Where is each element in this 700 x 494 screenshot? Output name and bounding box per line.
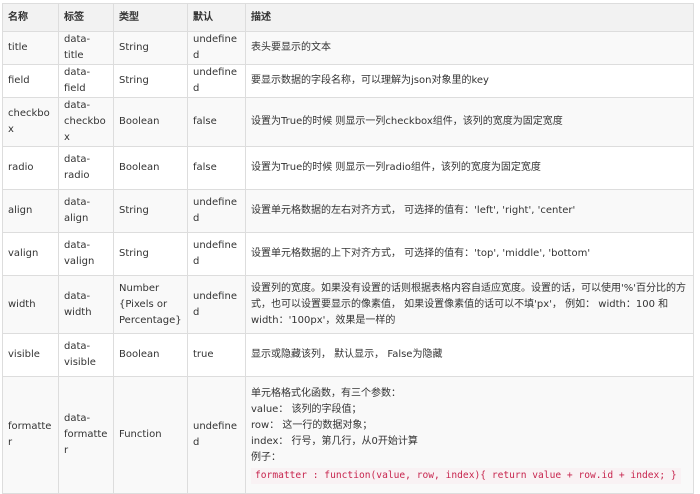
table-row: width data-width Number {Pixels or Percent… <box>2 275 694 334</box>
table-row: valign data-valign String undefined 设置单元格数据的… <box>2 232 694 276</box>
header-description: 描述 <box>245 3 694 32</box>
cell-description: 单元格格式化函数，有三个参数： value： 该列的字段值； row： 这一行的数据… <box>245 376 694 494</box>
table-row: checkbox data-checkbox Boolean false 设置为True… <box>2 97 694 147</box>
description-line: 例子： <box>251 452 281 463</box>
description-line: 设置为True的时候 则显示一列radio组件，该列的宽度为固定宽度 <box>251 162 541 173</box>
description-line: value： 该列的字段值； <box>251 404 362 415</box>
cell-type: Function <box>113 376 188 494</box>
cell-type: Number {Pixels or Percentage} <box>113 275 188 334</box>
cell-type: Boolean <box>113 97 188 147</box>
header-type: 类型 <box>113 3 188 32</box>
cell-description: 要显示数据的字段名称，可以理解为json对象里的key <box>245 64 694 98</box>
cell-default: undefined <box>187 232 246 276</box>
cell-tag: data-radio <box>58 146 114 190</box>
cell-type: Boolean <box>113 333 188 377</box>
cell-name: checkbox <box>2 97 59 147</box>
description-line: index： 行号，第几行，从0开始计算 <box>251 436 418 447</box>
cell-type: Boolean <box>113 146 188 190</box>
cell-name: formatter <box>2 376 59 494</box>
cell-name: width <box>2 275 59 334</box>
cell-default: false <box>187 146 246 190</box>
column-options-table: 名称 标签 类型 默认 描述 title data-title String unde… <box>2 3 694 494</box>
cell-type: String <box>113 31 188 65</box>
cell-default: undefined <box>187 376 246 494</box>
cell-name: align <box>2 189 59 233</box>
cell-name: visible <box>2 333 59 377</box>
description-line: 要显示数据的字段名称，可以理解为json对象里的key <box>251 75 489 86</box>
cell-tag: data-width <box>58 275 114 334</box>
cell-description: 设置为True的时候 则显示一列radio组件，该列的宽度为固定宽度 <box>245 146 694 190</box>
table-row: radio data-radio Boolean false 设置为True的时候 则显… <box>2 146 694 190</box>
cell-description: 设置单元格数据的左右对齐方式， 可选择的值有：'left', 'right', … <box>245 189 694 233</box>
cell-name: field <box>2 64 59 98</box>
header-name: 名称 <box>2 3 59 32</box>
cell-tag: data-checkbox <box>58 97 114 147</box>
description-line: 单元格格式化函数，有三个参数： <box>251 388 401 399</box>
cell-default: undefined <box>187 64 246 98</box>
table-row: visible data-visible Boolean true 显示或隐藏该列， 默… <box>2 333 694 377</box>
description-line: 显示或隐藏该列， 默认显示， False为隐藏 <box>251 349 443 360</box>
cell-type: String <box>113 64 188 98</box>
table-row: align data-align String undefined 设置单元格数据的左右… <box>2 189 694 233</box>
cell-tag: data-valign <box>58 232 114 276</box>
cell-description: 显示或隐藏该列， 默认显示， False为隐藏 <box>245 333 694 377</box>
property-table-container: 名称 标签 类型 默认 描述 title data-title String unde… <box>2 3 694 494</box>
cell-tag: data-formatter <box>58 376 114 494</box>
description-line: 设置单元格数据的左右对齐方式， 可选择的值有：'left', 'right', … <box>251 205 576 216</box>
cell-default: undefined <box>187 275 246 334</box>
cell-default: undefined <box>187 189 246 233</box>
code-example: formatter : function(value, row, index){… <box>251 468 681 484</box>
cell-name: valign <box>2 232 59 276</box>
cell-description: 设置列的宽度。如果没有设置的话则根据表格内容自适应宽度。设置的话，可以使用'%'… <box>245 275 694 334</box>
table-row: title data-title String undefined 表头要显示的文本 <box>2 31 694 65</box>
cell-default: true <box>187 333 246 377</box>
cell-tag: data-title <box>58 31 114 65</box>
cell-description: 表头要显示的文本 <box>245 31 694 65</box>
header-default: 默认 <box>187 3 246 32</box>
table-row: formatter data-formatter Function undefined… <box>2 376 694 494</box>
cell-name: radio <box>2 146 59 190</box>
header-tag: 标签 <box>58 3 114 32</box>
cell-tag: data-align <box>58 189 114 233</box>
cell-type: String <box>113 189 188 233</box>
table-row: field data-field String undefined 要显示数据的字段名称… <box>2 64 694 98</box>
description-line: row： 这一行的数据对象； <box>251 420 373 431</box>
table-body: title data-title String undefined 表头要显示的文本 fi… <box>2 31 694 494</box>
description-line: 表头要显示的文本 <box>251 42 331 53</box>
cell-tag: data-field <box>58 64 114 98</box>
cell-name: title <box>2 31 59 65</box>
cell-description: 设置为True的时候 则显示一列checkbox组件，该列的宽度为固定宽度 <box>245 97 694 147</box>
description-line: 设置单元格数据的上下对齐方式， 可选择的值有：'top', 'middle', … <box>251 248 591 259</box>
table-header: 名称 标签 类型 默认 描述 <box>2 3 694 32</box>
cell-description: 设置单元格数据的上下对齐方式， 可选择的值有：'top', 'middle', … <box>245 232 694 276</box>
cell-tag: data-visible <box>58 333 114 377</box>
cell-type: String <box>113 232 188 276</box>
header-row: 名称 标签 类型 默认 描述 <box>2 3 694 32</box>
cell-default: undefined <box>187 31 246 65</box>
cell-default: false <box>187 97 246 147</box>
description-line: 设置为True的时候 则显示一列checkbox组件，该列的宽度为固定宽度 <box>251 116 563 127</box>
description-line: 设置列的宽度。如果没有设置的话则根据表格内容自适应宽度。设置的话，可以使用'%'… <box>251 282 686 326</box>
